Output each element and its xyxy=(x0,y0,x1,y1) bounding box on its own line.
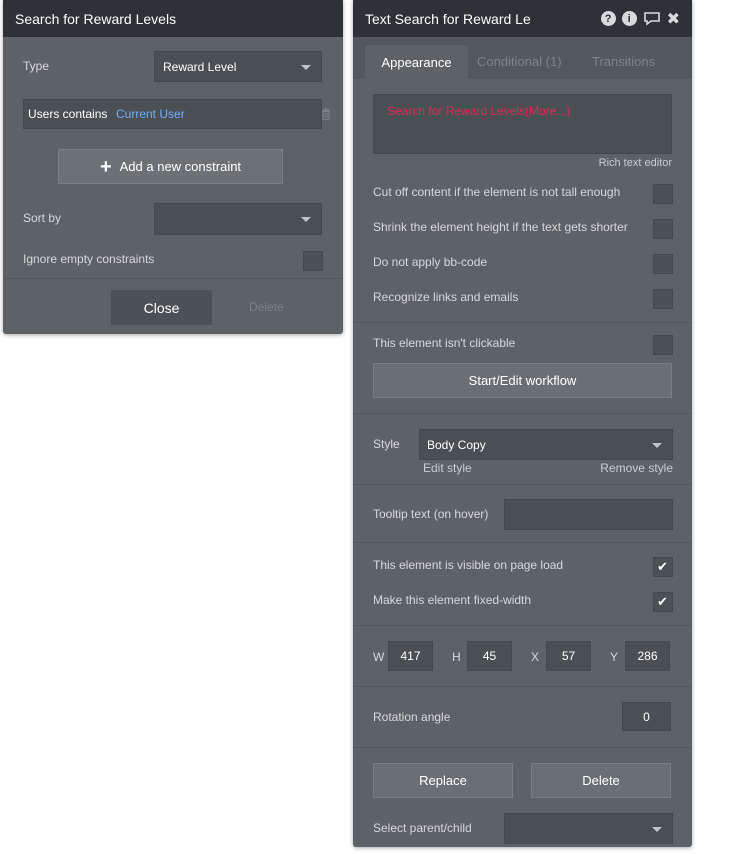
type-label: Type xyxy=(23,59,50,73)
fixed-width-checkbox[interactable]: ✔ xyxy=(653,592,673,612)
divider xyxy=(353,625,692,626)
divider xyxy=(353,747,692,748)
property-panel-titlebar: Text Search for Reward Le ? i ✖ xyxy=(353,0,692,37)
y-input[interactable]: 286 xyxy=(625,641,670,671)
recognize-links-checkbox[interactable] xyxy=(653,289,673,309)
constraint-value[interactable]: Current User xyxy=(116,107,185,121)
divider xyxy=(353,413,692,414)
cut-off-label: Cut off content if the element is not ta… xyxy=(373,185,621,199)
checkmark-icon: ✔ xyxy=(657,559,668,574)
height-input[interactable]: 45 xyxy=(467,641,512,671)
rotation-label: Rotation angle xyxy=(373,710,451,724)
x-label: X xyxy=(531,650,540,664)
chevron-down-icon xyxy=(301,217,311,222)
constraint-row[interactable]: Users contains Current User xyxy=(23,99,322,129)
tooltip-input[interactable] xyxy=(504,499,673,530)
property-panel: Text Search for Reward Le ? i ✖ Appearan… xyxy=(353,0,692,847)
tab-appearance[interactable]: Appearance xyxy=(365,45,468,79)
help-icon[interactable]: ? xyxy=(600,11,616,26)
chevron-down-icon xyxy=(652,442,662,448)
bb-code-checkbox[interactable] xyxy=(653,254,673,274)
width-label: W xyxy=(373,650,385,664)
property-panel-title: Text Search for Reward Le xyxy=(365,10,531,27)
bb-code-label: Do not apply bb-code xyxy=(373,255,488,269)
chevron-down-icon xyxy=(652,826,662,832)
visible-on-load-checkbox[interactable]: ✔ xyxy=(653,557,673,577)
add-constraint-button[interactable]: + Add a new constraint xyxy=(58,149,283,184)
style-dropdown[interactable]: Body Copy xyxy=(419,429,673,460)
divider xyxy=(3,278,343,279)
rich-text-editor-link[interactable]: Rich text editor xyxy=(599,157,672,169)
remove-style-link[interactable]: Remove style xyxy=(600,461,673,475)
info-icon[interactable]: i xyxy=(621,11,637,26)
type-dropdown[interactable]: Reward Level xyxy=(154,51,322,82)
type-dropdown-value: Reward Level xyxy=(163,60,237,74)
sort-by-label: Sort by xyxy=(23,211,62,225)
delete-link-disabled: Delete xyxy=(249,300,284,314)
search-panel: Search for Reward Levels Type Reward Lev… xyxy=(3,0,343,334)
chevron-down-icon xyxy=(301,64,311,70)
search-panel-title: Search for Reward Levels xyxy=(15,10,177,27)
sort-by-dropdown[interactable] xyxy=(154,203,322,235)
shrink-height-checkbox[interactable] xyxy=(653,219,673,239)
style-label: Style xyxy=(373,437,400,451)
fixed-width-label: Make this element fixed-width xyxy=(373,593,532,607)
tab-conditional-label: Conditional (1) xyxy=(477,54,562,69)
style-dropdown-value: Body Copy xyxy=(427,438,486,452)
content-text-editor[interactable]: Search for Reward Levels(More...) xyxy=(373,94,672,154)
tab-transitions[interactable]: Transitions xyxy=(592,54,655,69)
select-parent-dropdown[interactable] xyxy=(504,813,673,844)
add-constraint-label: Add a new constraint xyxy=(119,159,242,174)
rotation-input[interactable]: 0 xyxy=(622,702,671,731)
replace-button[interactable]: Replace xyxy=(373,763,513,798)
comment-icon[interactable] xyxy=(643,11,661,26)
delete-label: Delete xyxy=(582,773,620,788)
search-panel-titlebar: Search for Reward Levels xyxy=(3,0,343,37)
tab-strip: Appearance Conditional (1) Transitions xyxy=(353,37,692,79)
ignore-empty-checkbox[interactable] xyxy=(303,251,323,271)
divider xyxy=(353,484,692,485)
workflow-button-label: Start/Edit workflow xyxy=(468,373,577,388)
content-dynamic-expression[interactable]: Search for Reward Levels(More...) xyxy=(387,104,570,118)
x-input[interactable]: 57 xyxy=(546,641,591,671)
cut-off-checkbox[interactable] xyxy=(653,184,673,204)
height-label: H xyxy=(452,650,461,664)
divider xyxy=(353,322,692,323)
title-actions: ? i ✖ xyxy=(600,9,680,29)
divider xyxy=(353,542,692,543)
trash-icon[interactable] xyxy=(321,107,331,120)
checkmark-icon: ✔ xyxy=(657,594,668,609)
width-input[interactable]: 417 xyxy=(388,641,433,671)
recognize-links-label: Recognize links and emails xyxy=(373,290,519,304)
close-icon[interactable]: ✖ xyxy=(667,9,680,29)
plus-icon: + xyxy=(99,155,112,178)
divider xyxy=(353,686,692,687)
delete-button[interactable]: Delete xyxy=(531,763,671,798)
visible-on-load-label: This element is visible on page load xyxy=(373,558,564,572)
ignore-empty-label: Ignore empty constraints xyxy=(23,252,155,266)
not-clickable-checkbox[interactable] xyxy=(653,335,673,355)
replace-label: Replace xyxy=(419,773,467,788)
start-edit-workflow-button[interactable]: Start/Edit workflow xyxy=(373,363,672,398)
constraint-prefix: Users contains xyxy=(28,107,108,121)
tab-appearance-label: Appearance xyxy=(381,54,452,70)
tooltip-label: Tooltip text (on hover) xyxy=(373,507,489,521)
tab-transitions-label: Transitions xyxy=(592,54,656,69)
not-clickable-label: This element isn't clickable xyxy=(373,336,516,350)
tab-conditional[interactable]: Conditional (1) xyxy=(477,54,562,69)
edit-style-link[interactable]: Edit style xyxy=(423,461,472,475)
close-label: Close xyxy=(143,299,180,316)
select-parent-label: Select parent/child xyxy=(373,821,472,835)
close-button[interactable]: Close xyxy=(111,290,212,325)
shrink-height-label: Shrink the element height if the text ge… xyxy=(373,220,628,234)
y-label: Y xyxy=(610,650,619,664)
